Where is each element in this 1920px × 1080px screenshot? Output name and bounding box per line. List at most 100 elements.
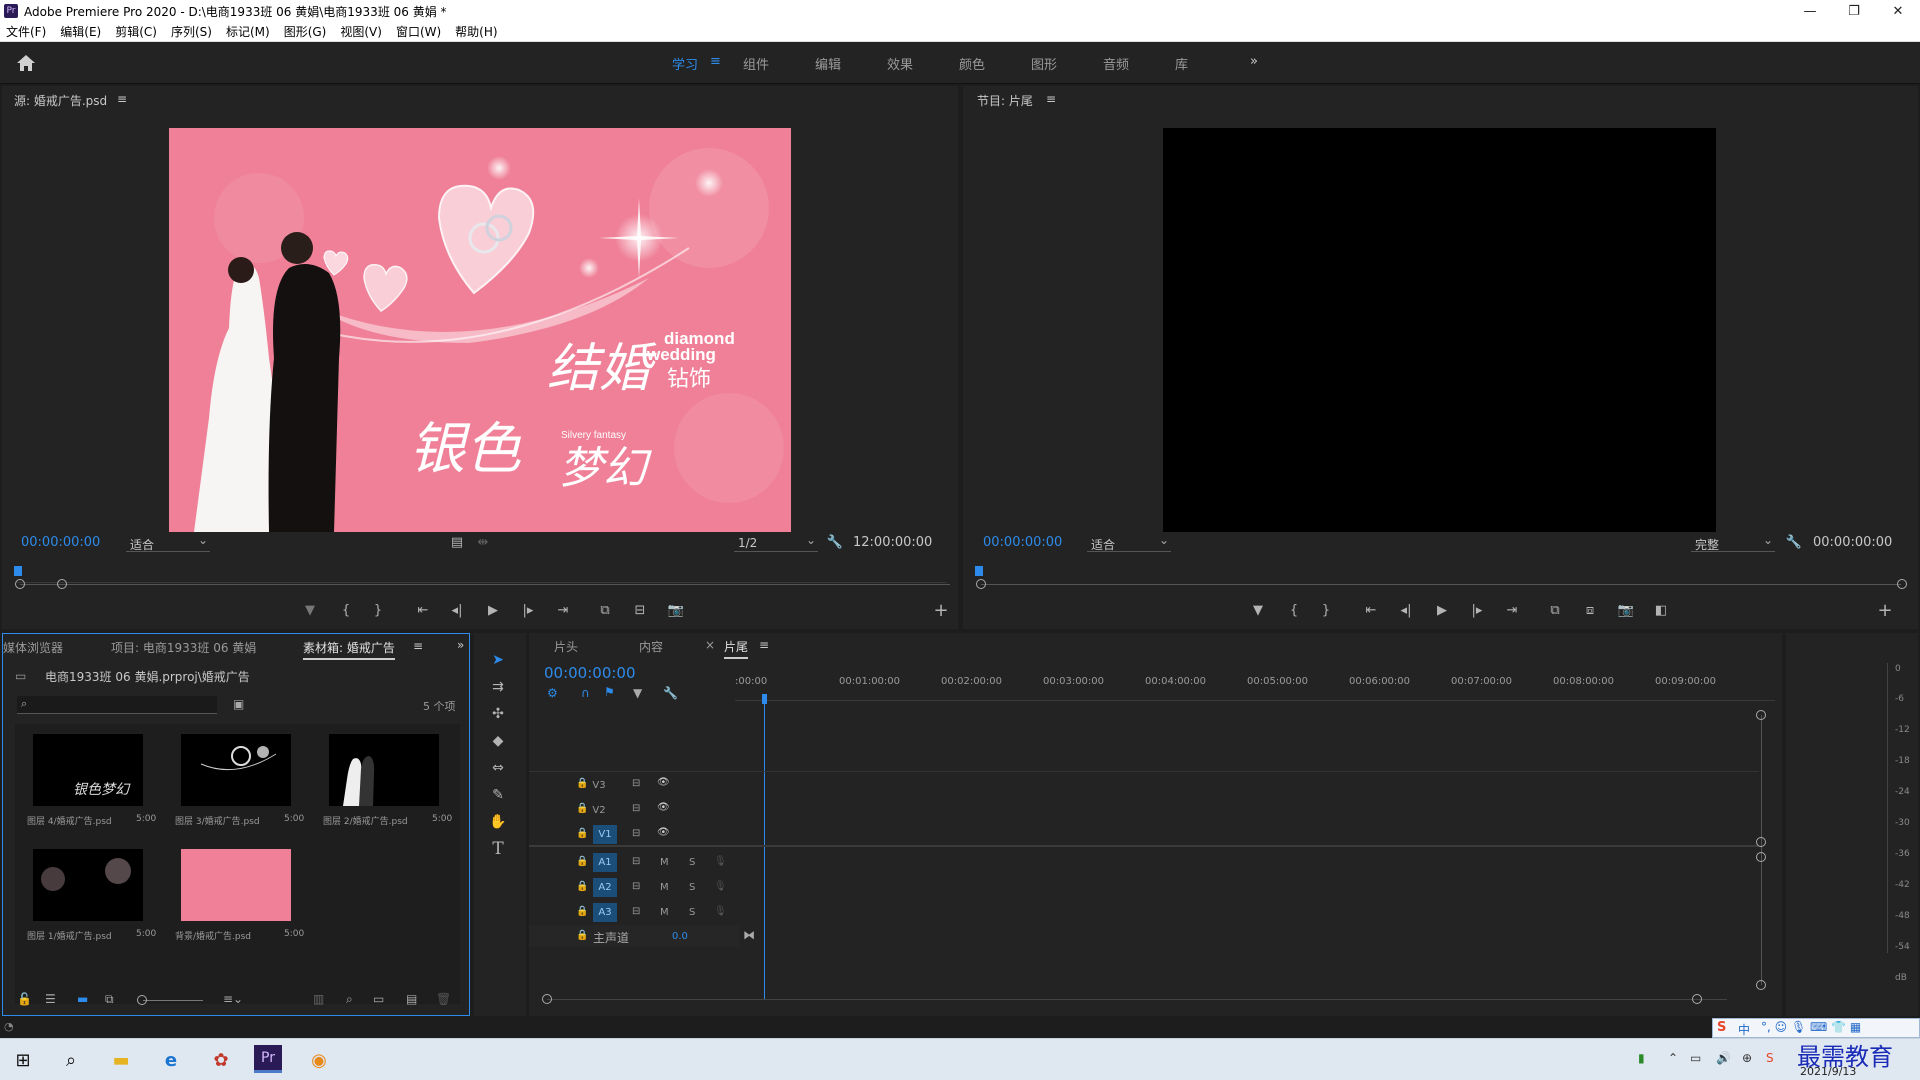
network-icon[interactable]: ▭	[1690, 1051, 1701, 1065]
tray-chevron-icon[interactable]: ⌃	[1668, 1051, 1678, 1065]
workspace-libraries[interactable]: 库	[1175, 54, 1188, 73]
step-forward-icon[interactable]: |▸	[517, 601, 539, 619]
mark-in-icon[interactable]: {	[335, 601, 357, 619]
source-zoom-dropdown[interactable]: 适合	[126, 533, 210, 552]
source-zoom-handle-right[interactable]	[57, 579, 67, 589]
ime-tray-icon[interactable]: ⊕	[1742, 1051, 1752, 1065]
timeline-v-scroll-mid2[interactable]	[1756, 852, 1766, 862]
timeline-tab-ending[interactable]: 片尾	[724, 638, 749, 659]
program-mark-out-icon[interactable]: }	[1315, 601, 1337, 619]
program-step-forward-icon[interactable]: |▸	[1466, 601, 1488, 619]
paint-icon[interactable]: ✿	[206, 1045, 236, 1075]
menu-graphics[interactable]: 图形(G)	[284, 23, 327, 40]
v3-sync-icon[interactable]: ⊟	[632, 778, 640, 789]
track-a2[interactable]: A2	[593, 878, 617, 897]
freeform-view-icon[interactable]: ⧉	[105, 992, 114, 1007]
menu-help[interactable]: 帮助(H)	[455, 23, 497, 40]
tab-media-browser[interactable]: 媒体浏览器	[3, 639, 63, 656]
master-lock-icon[interactable]: 🔒	[576, 930, 588, 941]
a3-voiceover-icon[interactable]: 🎙	[714, 906, 727, 917]
volume-icon[interactable]: 🔊	[1716, 1051, 1731, 1065]
nest-icon[interactable]: ⚙	[547, 686, 558, 700]
workspaces-more-icon[interactable]: »	[1250, 54, 1258, 69]
snap-icon[interactable]: ∩	[581, 686, 590, 700]
tab-bin[interactable]: 素材箱: 婚戒广告	[303, 639, 395, 660]
program-zoom-handle-right[interactable]	[1897, 579, 1907, 589]
a3-sync-icon[interactable]: ⊟	[632, 906, 640, 917]
comparison-view-icon[interactable]: ◧	[1650, 601, 1672, 619]
bin-search-input[interactable]: ⌕	[17, 696, 217, 714]
menu-edit[interactable]: 编辑(E)	[60, 23, 101, 40]
master-expand-icon[interactable]: ⧓	[743, 928, 755, 942]
a1-sync-icon[interactable]: ⊟	[632, 856, 640, 867]
overwrite-icon[interactable]: ⊟	[629, 601, 651, 619]
program-play-icon[interactable]: ▶	[1431, 601, 1453, 619]
workspace-menu-icon[interactable]: ≡	[710, 54, 721, 69]
workspace-assembly[interactable]: 组件	[743, 54, 769, 73]
timeline-tab-intro[interactable]: 片头	[554, 638, 578, 655]
icon-view-icon[interactable]: ▬	[77, 992, 88, 1006]
menu-marker[interactable]: 标记(M)	[226, 23, 270, 40]
a1-voiceover-icon[interactable]: 🎙	[714, 856, 727, 867]
automate-to-sequence-icon[interactable]: ▥	[313, 992, 324, 1006]
bin-more-icon[interactable]: »	[457, 638, 464, 652]
new-item-icon[interactable]: ▤	[406, 992, 417, 1006]
program-go-to-in-icon[interactable]: ⇤	[1360, 601, 1382, 619]
thumbnail-size-handle[interactable]	[137, 995, 147, 1005]
source-timecode[interactable]: 00:00:00:00	[21, 535, 100, 550]
bin-item-layer3[interactable]	[181, 734, 291, 806]
trash-icon[interactable]: 🗑	[436, 992, 451, 1006]
v2-sync-icon[interactable]: ⊟	[632, 803, 640, 814]
workspace-effects[interactable]: 效果	[887, 54, 913, 73]
track-v3[interactable]: V3	[587, 776, 611, 795]
a3-lock-icon[interactable]: 🔒	[576, 906, 588, 917]
ime-toolbar[interactable]: S 中 °, ☺ 🎙 ⌨ 👕 ▦	[1712, 1018, 1920, 1038]
battery-icon[interactable]: ▮	[1638, 1051, 1645, 1065]
workspace-color[interactable]: 颜色	[959, 54, 985, 73]
sort-icon[interactable]: ≡⌄	[223, 992, 243, 1006]
ime-brand-icon[interactable]: S	[1717, 1020, 1726, 1035]
program-export-frame-icon[interactable]: 📷	[1615, 601, 1637, 619]
v3-eye-icon[interactable]: 👁	[657, 777, 670, 788]
menu-file[interactable]: 文件(F)	[6, 23, 46, 40]
bin-item-layer2[interactable]	[329, 734, 439, 806]
tab-project[interactable]: 项目: 电商1933班 06 黄娟	[111, 639, 256, 656]
program-step-back-icon[interactable]: ◂|	[1395, 601, 1417, 619]
program-add-marker-icon[interactable]: ▼	[1247, 601, 1269, 619]
ripple-edit-tool-icon[interactable]: ✣	[488, 704, 508, 724]
master-volume[interactable]: 0.0	[672, 931, 688, 942]
go-to-out-icon[interactable]: ⇥	[552, 601, 574, 619]
menu-sequence[interactable]: 序列(S)	[171, 23, 212, 40]
program-zoom-bar[interactable]	[981, 584, 1901, 585]
app-taskbar-icon[interactable]: ◉	[304, 1045, 334, 1075]
slip-tool-icon[interactable]: ⇔	[488, 758, 508, 778]
ime-tools-icon[interactable]: °, ☺ 🎙 ⌨ 👕 ▦	[1761, 1020, 1861, 1034]
track-a3[interactable]: A3	[593, 903, 617, 922]
workspace-audio[interactable]: 音频	[1103, 54, 1129, 73]
program-wrench-icon[interactable]: 🔧	[1783, 533, 1805, 551]
timeline-v-scroll-mid[interactable]	[1756, 837, 1766, 847]
source-settings-icon[interactable]: ▤	[446, 533, 468, 551]
v1-sync-icon[interactable]: ⊟	[632, 828, 640, 839]
timeline-settings-icon[interactable]: 🔧	[663, 686, 678, 700]
program-title[interactable]: 节目: 片尾	[977, 92, 1033, 109]
timeline-v-scroll-top[interactable]	[1756, 710, 1766, 720]
timeline-close-icon[interactable]: ×	[705, 638, 715, 652]
premiere-taskbar-icon[interactable]: Pr	[254, 1045, 282, 1073]
source-resolution-dropdown[interactable]: 1/2	[734, 533, 818, 552]
type-tool-icon[interactable]: T	[488, 839, 508, 859]
a2-voiceover-icon[interactable]: 🎙	[714, 881, 727, 892]
timeline-h-scrollbar[interactable]	[547, 999, 1727, 1000]
source-drag-icon[interactable]: ⇹	[472, 533, 494, 551]
lock-icon[interactable]: 🔓	[17, 992, 32, 1006]
timeline-timecode[interactable]: 00:00:00:00	[544, 664, 636, 682]
timeline-v-scrollbar[interactable]	[1761, 715, 1762, 985]
new-search-bin-icon[interactable]: ▣	[233, 697, 244, 711]
source-add-button-icon[interactable]: +	[930, 600, 952, 621]
timeline-h-scroll-left[interactable]	[542, 994, 552, 1004]
program-mark-in-icon[interactable]: {	[1283, 601, 1305, 619]
source-zoom-handle-left[interactable]	[15, 579, 25, 589]
file-explorer-icon[interactable]: ▬	[106, 1045, 136, 1075]
windows-start-icon[interactable]: ⊞	[8, 1045, 38, 1075]
track-select-tool-icon[interactable]: ⇉	[488, 677, 508, 697]
